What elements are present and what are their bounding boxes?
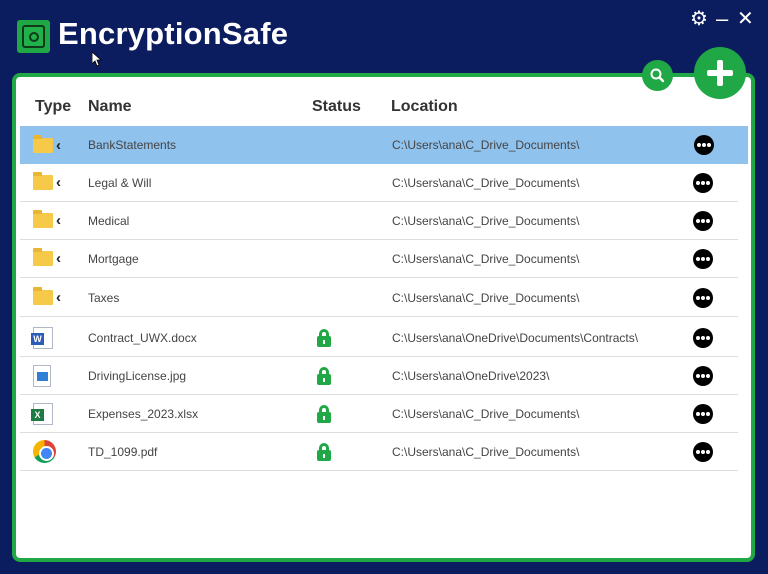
type-cell	[33, 357, 51, 394]
status-cell	[317, 319, 331, 356]
minimize-icon[interactable]: –	[716, 8, 728, 30]
table-row[interactable]: ‹ Medical C:\Users\ana\C_Drive_Documents\	[20, 202, 738, 240]
more-options-button[interactable]	[693, 211, 713, 231]
image-file-icon	[33, 364, 51, 387]
file-location: C:\Users\ana\C_Drive_Documents\	[392, 444, 580, 459]
word-document-icon: W	[31, 326, 53, 349]
file-name: Expenses_2023.xlsx	[88, 406, 199, 421]
file-name: BankStatements	[88, 138, 177, 152]
app-title: EncryptionSafe	[58, 16, 289, 51]
chevron-left-icon[interactable]: ‹	[56, 137, 61, 154]
folder-icon	[33, 172, 53, 190]
folder-icon: ‹	[33, 134, 61, 154]
chevron-left-icon[interactable]: ‹	[56, 212, 61, 229]
more-options-button[interactable]	[693, 173, 713, 193]
table-row[interactable]: TD_1099.pdf C:\Users\ana\C_Drive_Document…	[20, 433, 738, 471]
chevron-left-icon[interactable]: ‹	[56, 289, 61, 306]
folder-icon	[33, 287, 53, 305]
column-header-status[interactable]: Status	[312, 98, 361, 116]
type-cell: ‹	[33, 202, 61, 239]
folder-icon: ‹	[33, 287, 61, 306]
type-cell	[33, 433, 56, 470]
folder-icon: ‹	[33, 172, 61, 191]
file-name: Mortgage	[88, 251, 139, 266]
file-location: C:\Users\ana\OneDrive\2023\	[392, 368, 550, 383]
close-icon[interactable]: ✕	[737, 9, 754, 29]
chevron-left-icon[interactable]: ‹	[56, 250, 61, 267]
file-location: C:\Users\ana\C_Drive_Documents\	[392, 175, 580, 190]
more-options-button[interactable]	[693, 328, 713, 348]
table-row[interactable]: ‹ Legal & Will C:\Users\ana\C_Drive_Docume…	[20, 164, 738, 202]
type-cell: ‹	[33, 240, 61, 277]
table-row[interactable]: ‹ Taxes C:\Users\ana\C_Drive_Documents\	[20, 279, 738, 317]
column-header-location[interactable]: Location	[391, 98, 458, 116]
add-file-button[interactable]	[694, 47, 746, 99]
type-cell: ‹	[33, 164, 61, 201]
more-options-button[interactable]	[694, 135, 714, 155]
more-options-button[interactable]	[693, 288, 713, 308]
type-cell: X	[31, 395, 53, 432]
file-location: C:\Users\ana\C_Drive_Documents\	[392, 213, 580, 228]
file-name: Contract_UWX.docx	[88, 330, 197, 345]
table-row[interactable]: W Contract_UWX.docx C:\Users\ana\OneDrive\…	[20, 319, 738, 357]
gear-icon[interactable]: ⚙	[690, 9, 708, 29]
type-cell: ‹	[33, 126, 61, 164]
more-options-button[interactable]	[693, 404, 713, 424]
file-location: C:\Users\ana\C_Drive_Documents\	[392, 138, 580, 152]
file-name: Medical	[88, 213, 130, 228]
folder-icon	[33, 134, 53, 153]
status-cell	[317, 395, 331, 432]
file-name: DrivingLicense.jpg	[88, 368, 187, 383]
file-name: Taxes	[88, 290, 120, 305]
chevron-left-icon[interactable]: ‹	[56, 174, 61, 191]
lock-icon	[317, 366, 331, 385]
table-row[interactable]: X Expenses_2023.xlsx C:\Users\ana\C_Drive_…	[20, 395, 738, 433]
search-icon	[650, 68, 665, 83]
mouse-cursor-icon	[92, 52, 102, 67]
safe-logo-icon	[17, 20, 50, 53]
table-row[interactable]: ‹ BankStatements C:\Users\ana\C_Drive_Docu…	[20, 126, 748, 164]
column-header-type[interactable]: Type	[35, 98, 71, 116]
table-row[interactable]: DrivingLicense.jpg C:\Users\ana\OneDrive\…	[20, 357, 738, 395]
status-cell	[317, 357, 331, 394]
file-name: Legal & Will	[88, 175, 152, 190]
table-row[interactable]: ‹ Mortgage C:\Users\ana\C_Drive_Documents\	[20, 240, 738, 278]
more-options-button[interactable]	[693, 249, 713, 269]
status-cell	[317, 433, 331, 470]
excel-spreadsheet-icon: X	[31, 402, 53, 425]
lock-icon	[317, 404, 331, 423]
more-options-button[interactable]	[693, 442, 713, 462]
type-cell: ‹	[33, 279, 61, 316]
file-location: C:\Users\ana\C_Drive_Documents\	[392, 290, 580, 305]
folder-icon: ‹	[33, 248, 61, 267]
folder-icon	[33, 210, 53, 228]
file-name: TD_1099.pdf	[88, 444, 158, 459]
type-cell: W	[31, 319, 53, 356]
lock-icon	[317, 328, 331, 347]
file-location: C:\Users\ana\C_Drive_Documents\	[392, 406, 580, 421]
file-location: C:\Users\ana\OneDrive\Documents\Contract…	[392, 330, 639, 345]
more-options-button[interactable]	[693, 366, 713, 386]
chrome-icon	[33, 440, 56, 463]
file-location: C:\Users\ana\C_Drive_Documents\	[392, 251, 580, 266]
folder-icon: ‹	[33, 210, 61, 229]
folder-icon	[33, 248, 53, 266]
search-button[interactable]	[642, 60, 673, 91]
lock-icon	[317, 442, 331, 461]
column-header-name[interactable]: Name	[88, 98, 132, 116]
